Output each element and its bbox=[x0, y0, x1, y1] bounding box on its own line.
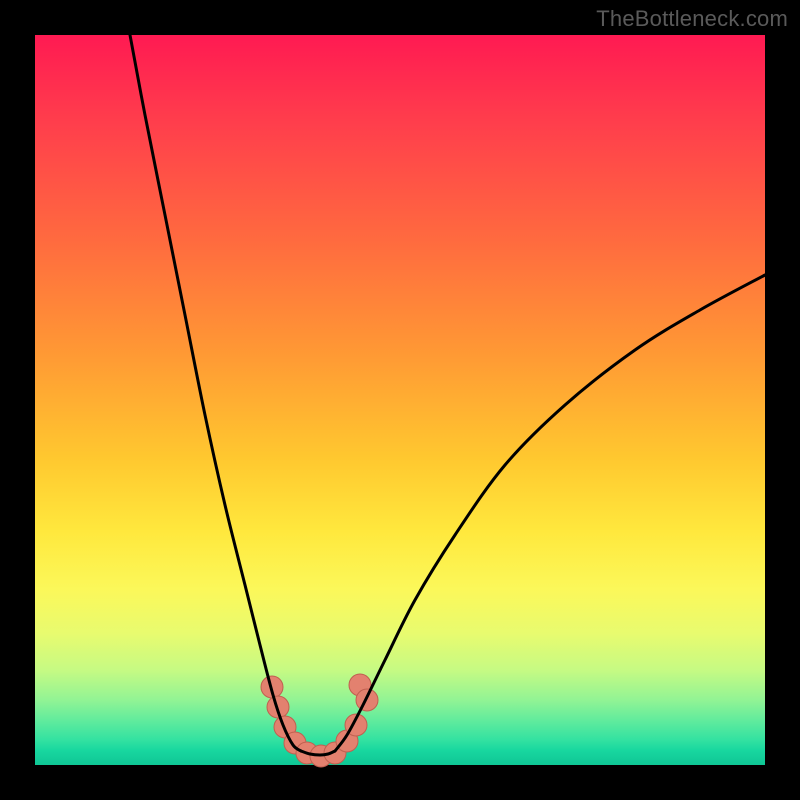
watermark-text: TheBottleneck.com bbox=[596, 6, 788, 32]
curve-left bbox=[130, 35, 301, 751]
marker-group bbox=[261, 674, 378, 767]
curve-right bbox=[335, 275, 765, 751]
chart-svg bbox=[35, 35, 765, 765]
chart-frame: TheBottleneck.com bbox=[0, 0, 800, 800]
